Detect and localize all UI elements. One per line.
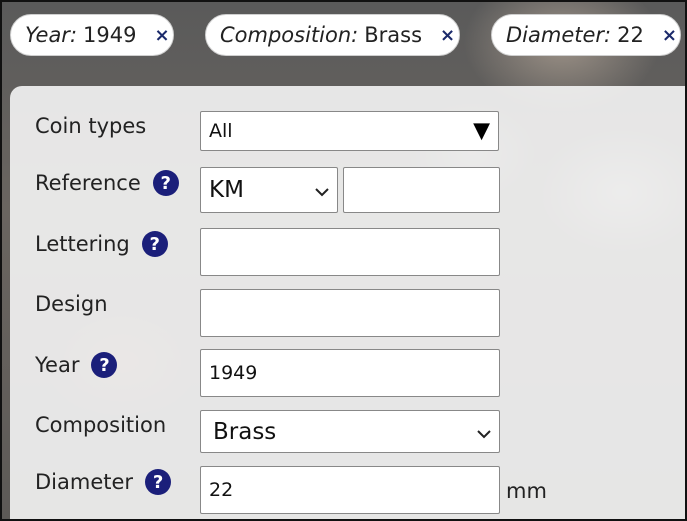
chip-key: Year: [25,23,78,47]
year-label-text: Year [35,353,80,377]
reference-label-text: Reference [35,171,141,195]
diameter-input[interactable]: 22 [200,466,500,514]
coin-types-select[interactable]: All ▼ [200,111,499,151]
diameter-value: 22 [209,479,234,501]
diameter-unit: mm [506,479,547,503]
design-label-text: Design [35,292,108,316]
help-icon[interactable]: ? [145,469,172,495]
lettering-label: Lettering ? [35,231,168,257]
chip-value: 22 [617,23,644,47]
help-icon[interactable]: ? [152,170,179,196]
year-row: Year ? 1949 [35,348,675,397]
close-icon[interactable]: × [440,25,455,46]
reference-number-input[interactable] [343,167,500,213]
screen-frame: Year: 1949 × Composition: Brass × Diamet… [0,0,687,521]
year-label: Year ? [35,352,118,378]
reference-label: Reference ? [35,170,179,196]
help-icon[interactable]: ? [91,352,118,378]
composition-row: Composition Brass [35,409,675,455]
coin-types-label-text: Coin types [35,114,147,138]
design-input[interactable] [200,289,500,337]
reference-catalog-select[interactable]: KM [200,167,338,213]
composition-label-text: Composition [35,413,167,437]
chip-value: 1949 [83,23,137,47]
diameter-row: Diameter ? 22 mm [35,465,675,514]
help-icon[interactable]: ? [141,231,168,257]
triangle-down-icon: ▼ [473,118,490,144]
lettering-input[interactable] [200,228,500,276]
coin-types-row: Coin types All ▼ [35,110,675,156]
chip-key: Composition: [220,23,359,47]
chip-value: Brass [364,23,423,47]
active-filters: Year: 1949 × Composition: Brass × Diamet… [8,14,685,58]
lettering-row: Lettering ? [35,227,675,276]
chip-key: Diameter: [506,23,612,47]
year-input[interactable]: 1949 [200,349,500,397]
design-row: Design [35,288,675,337]
diameter-label: Diameter ? [35,469,172,495]
lettering-label-text: Lettering [35,232,130,256]
coin-types-label: Coin types [35,114,146,138]
close-icon[interactable]: × [662,25,677,46]
composition-label: Composition [35,413,166,437]
filter-chip-composition: Composition: Brass × [205,14,460,56]
search-form-panel: Coin types All ▼ Reference ? KM Letterin… [10,86,685,519]
filter-chip-year: Year: 1949 × [10,14,174,56]
composition-select[interactable]: Brass [200,410,500,453]
reference-catalog-value: KM [209,177,244,203]
chevron-down-icon [315,177,329,203]
reference-row: Reference ? KM [35,166,675,213]
year-value: 1949 [209,362,258,384]
close-icon[interactable]: × [154,25,169,46]
chevron-down-icon [477,419,491,445]
coin-types-value: All [209,120,233,142]
diameter-label-text: Diameter [35,470,134,494]
filter-chip-diameter: Diameter: 22 × [491,14,681,56]
design-label: Design [35,292,108,316]
composition-value: Brass [213,418,277,445]
